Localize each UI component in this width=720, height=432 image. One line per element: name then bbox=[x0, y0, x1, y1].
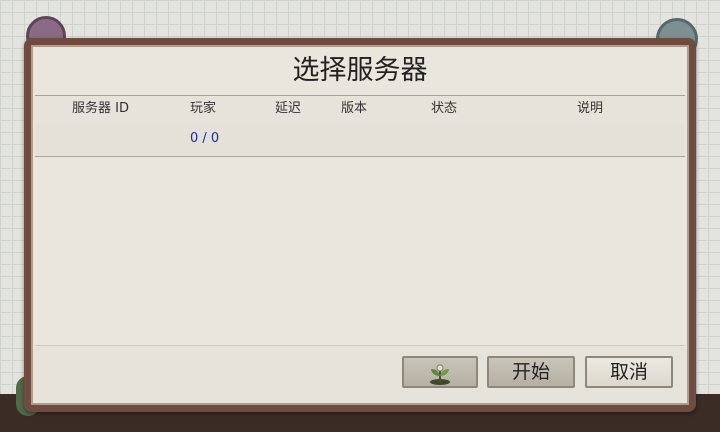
column-header-description[interactable]: 说明 bbox=[577, 96, 603, 122]
dialog-title: 选择服务器 bbox=[292, 55, 428, 86]
dialog-button-bar: 开始 取消 bbox=[35, 345, 685, 402]
column-header-latency[interactable]: 延迟 bbox=[275, 96, 301, 122]
sprout-icon bbox=[430, 364, 450, 385]
server-select-dialog: 选择服务器 服务器 ID 玩家 延迟 版本 状态 说明 0 / 0 开始 取消 bbox=[24, 38, 696, 412]
column-header-version[interactable]: 版本 bbox=[341, 96, 367, 122]
sprout-button[interactable] bbox=[402, 356, 478, 388]
cancel-button[interactable]: 取消 bbox=[585, 356, 673, 388]
start-button[interactable]: 开始 bbox=[487, 356, 575, 388]
row-player-count: 0 / 0 bbox=[190, 131, 220, 146]
server-list-row[interactable]: 0 / 0 bbox=[35, 122, 685, 157]
column-header-status[interactable]: 状态 bbox=[431, 96, 457, 122]
column-header-players[interactable]: 玩家 bbox=[190, 96, 216, 122]
server-table-header: 服务器 ID 玩家 延迟 版本 状态 说明 bbox=[35, 95, 685, 123]
column-header-server-id[interactable]: 服务器 ID bbox=[72, 96, 129, 122]
